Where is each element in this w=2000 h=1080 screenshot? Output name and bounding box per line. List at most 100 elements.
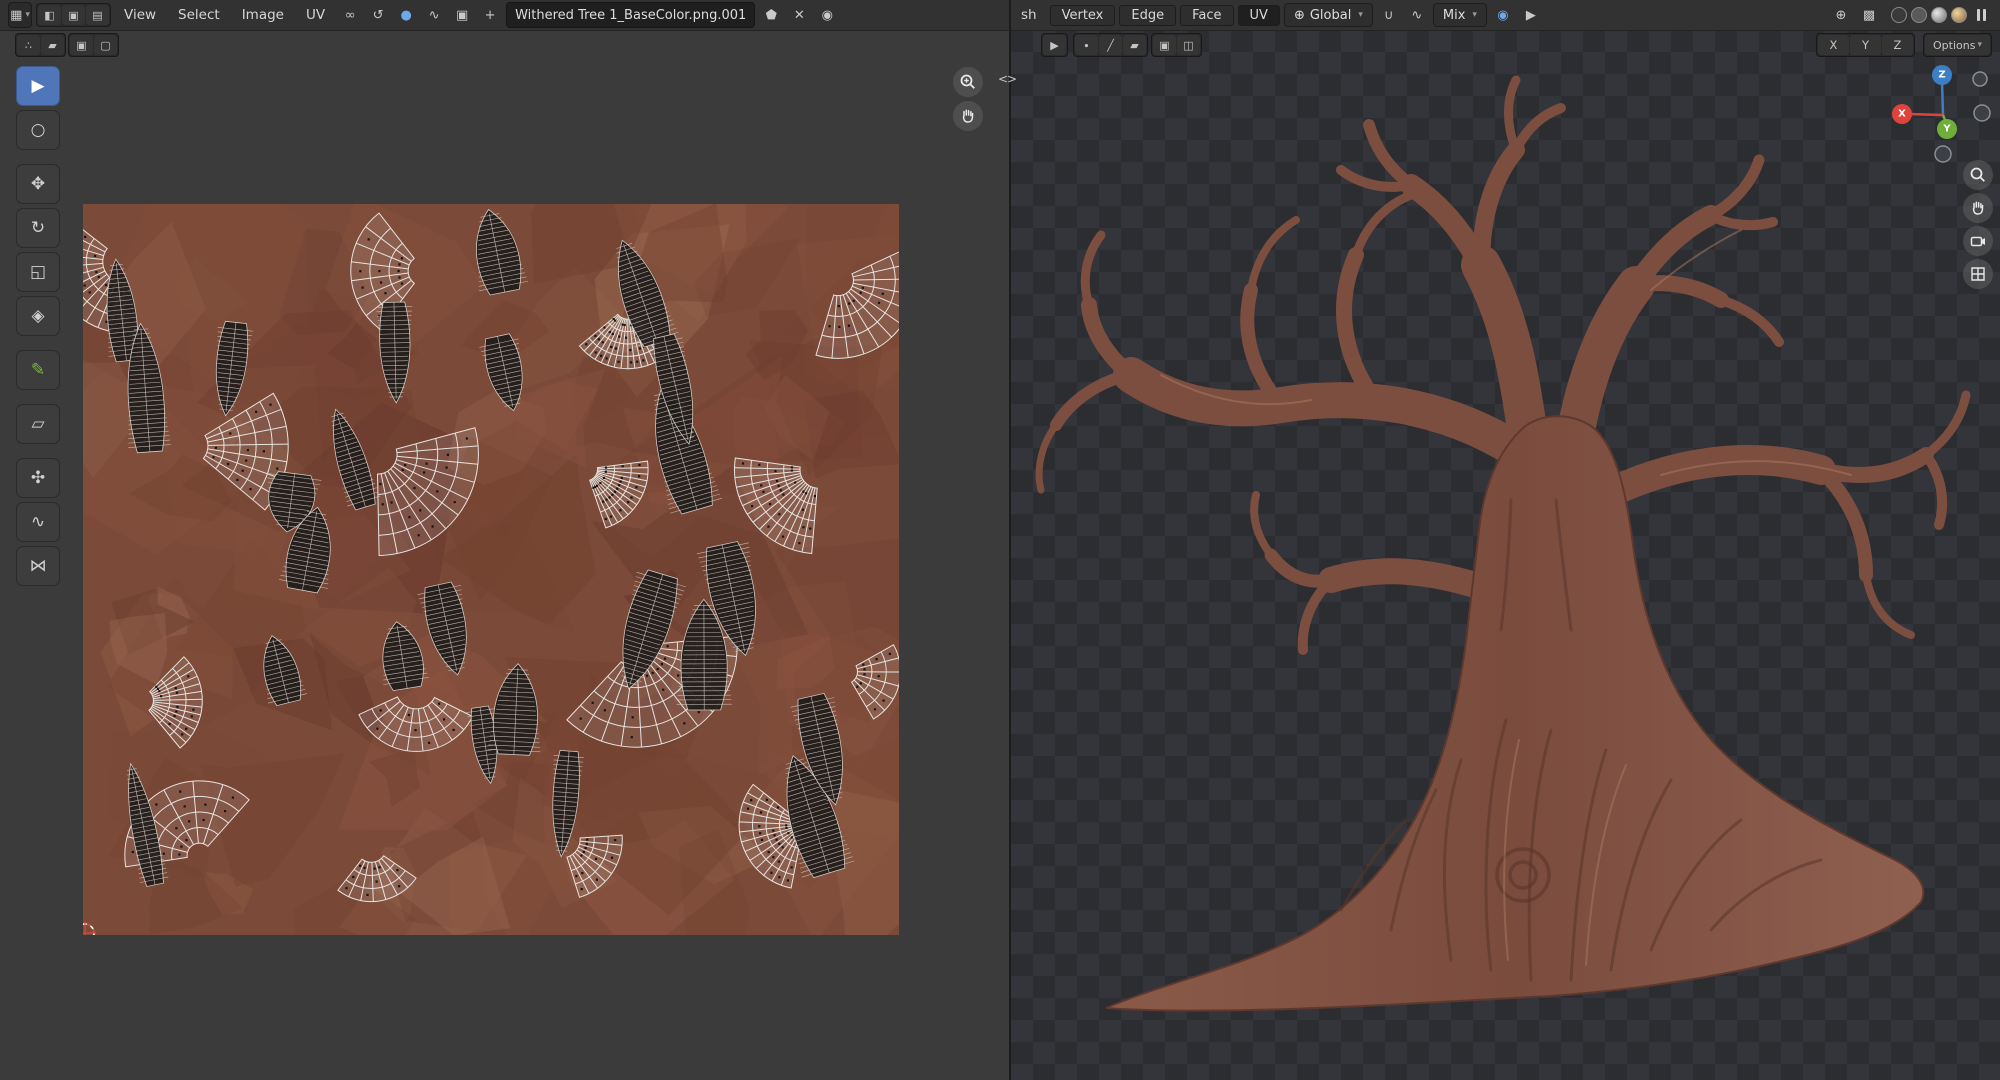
pin-icon[interactable]: ◉	[815, 4, 839, 26]
chevron-down-icon: ▾	[1358, 10, 1363, 20]
face-select-icon[interactable]: ▰	[1123, 35, 1146, 55]
open-image-icon[interactable]: +	[478, 4, 502, 26]
uv-sync-icon[interactable]: ▣	[70, 35, 93, 55]
link-icon[interactable]: ∞	[338, 4, 362, 26]
chevron-down-icon: ▾	[1977, 40, 1982, 50]
viewport-pane: ▶ ∙ ╱ ▰ ▣ ◫ X Y Z Options ▾ Z X Y	[1011, 30, 2000, 1080]
shading-wireframe-icon[interactable]	[1891, 7, 1907, 23]
image-selector[interactable]: Withered Tree 1_BaseColor.png.001	[506, 2, 756, 28]
proportional-falloff-icon[interactable]: ∿	[1405, 4, 1429, 26]
orientation-label: Global	[1309, 7, 1352, 23]
proportional-select-icon[interactable]: ◫	[1177, 35, 1200, 55]
magnifier-icon	[960, 74, 975, 89]
tool-tweak[interactable]: ▶	[16, 66, 60, 106]
viewport-canvas[interactable]	[1011, 30, 2000, 1080]
image-name: Withered Tree 1_BaseColor.png.001	[515, 7, 747, 23]
tool-rotate[interactable]: ↻	[16, 208, 60, 248]
uv-select-island-icon[interactable]: ▰	[41, 35, 64, 55]
uv-unwrap-image	[39, 136, 988, 975]
pane-resize-handle[interactable]: <>	[998, 72, 1017, 86]
uv-toolbar: ▶ ○ ✥ ↻ ◱ ◈ ✎ ▱ ✣ ∿ ⋈	[16, 66, 60, 586]
viewport-select-tool: ▶	[1041, 33, 1068, 57]
menu-image[interactable]: Image	[233, 4, 293, 26]
history-icon[interactable]: ↺	[366, 4, 390, 26]
menu-face[interactable]: Face	[1180, 4, 1234, 26]
uv-sticky-icon[interactable]: ▢	[94, 35, 117, 55]
pan-button[interactable]	[953, 101, 983, 131]
camera-icon	[1970, 236, 1985, 247]
snap-icon[interactable]: ●	[394, 4, 418, 26]
zoom-button[interactable]	[953, 67, 983, 97]
falloff-icon[interactable]: ∿	[422, 4, 446, 26]
select-arrow-icon[interactable]: ▶	[1043, 35, 1066, 55]
display-toggle-view-icon[interactable]: ▤	[86, 5, 109, 25]
uv-editor-pane: ∴ ▰ ▣ ▢ ▶ ○ ✥ ↻ ◱ ◈ ✎ ▱ ✣ ∿ ⋈	[0, 30, 1009, 1080]
svg-text:Z: Z	[1938, 70, 1945, 81]
uv-sticky-mode-group: ▣ ▢	[68, 33, 119, 57]
tool-transform[interactable]: ◈	[16, 296, 60, 336]
menu-mesh-partial[interactable]: sh	[1019, 4, 1046, 26]
shading-material-icon[interactable]	[1931, 7, 1947, 23]
xray-icon[interactable]: ▩	[1857, 4, 1881, 26]
tool-move[interactable]: ✥	[16, 164, 60, 204]
tool-scale[interactable]: ◱	[16, 252, 60, 292]
extra-select-mode-group: ▣ ◫	[1151, 33, 1202, 57]
chevron-down-icon: ▾	[25, 10, 30, 20]
blend-mode-dropdown[interactable]: Mix ▾	[1432, 3, 1487, 27]
tool-select-circle[interactable]: ○	[16, 110, 60, 150]
display-toggle-group: ◧ ▣ ▤	[36, 3, 111, 27]
uv-canvas[interactable]	[39, 136, 988, 975]
sync-select-icon[interactable]: ▣	[1153, 35, 1176, 55]
mirror-y-toggle[interactable]: Y	[1850, 35, 1881, 55]
vertex-select-icon[interactable]: ∙	[1075, 35, 1098, 55]
viewport-zoom-button[interactable]	[1963, 160, 1993, 190]
magnifier-icon	[1970, 167, 1985, 182]
toggle-perspective-button[interactable]	[1963, 259, 1993, 289]
hand-icon	[962, 109, 974, 123]
display-toggle-paint-icon[interactable]: ▣	[62, 5, 85, 25]
mirror-axis-group: X Y Z	[1816, 33, 1915, 57]
blend-mode-label: Mix	[1442, 7, 1466, 23]
uv-select-vertex-icon[interactable]: ∴	[17, 35, 40, 55]
orientation-icon: ⊕	[1293, 7, 1305, 23]
unlink-button[interactable]: ✕	[787, 4, 811, 26]
mesh-select-mode-group: ∙ ╱ ▰	[1073, 33, 1148, 57]
mirror-z-toggle[interactable]: Z	[1882, 35, 1913, 55]
tool-annotate[interactable]: ✎	[16, 350, 60, 390]
visibility-icon[interactable]: ◉	[1491, 4, 1515, 26]
shield-icon[interactable]: ⬟	[759, 4, 783, 26]
editor-type-button[interactable]: ▦ ▾	[8, 2, 32, 28]
shading-rendered-icon[interactable]	[1951, 7, 1967, 23]
menu-vertex[interactable]: Vertex	[1049, 4, 1116, 26]
axis-gizmo-icon: Z X Y	[1892, 65, 1991, 163]
mirror-x-toggle[interactable]: X	[1818, 35, 1849, 55]
tool-rip-region[interactable]: ▱	[16, 404, 60, 444]
pause-icon[interactable]	[1977, 9, 1986, 21]
menu-uv[interactable]: UV	[297, 4, 334, 26]
blender-window: ▦ ▾ ◧ ▣ ▤ View Select Image UV ∞ ↺ ● ∿ ▣…	[0, 0, 2000, 1080]
viewport-header: sh Vertex Edge Face UV ⊕ Global ▾ ∪ ∿ Mi…	[1011, 0, 2000, 30]
tree-model	[1035, 75, 1971, 1012]
tool-relax[interactable]: ∿	[16, 502, 60, 542]
display-toggle-mask-icon[interactable]: ◧	[38, 5, 61, 25]
shading-mode-group	[1891, 7, 1967, 23]
shading-solid-icon[interactable]	[1911, 7, 1927, 23]
menu-edge[interactable]: Edge	[1119, 4, 1177, 26]
navigation-gizmo[interactable]: Z X Y	[1883, 55, 2000, 175]
viewport-pan-button[interactable]	[1963, 193, 1993, 223]
gizmos-icon[interactable]: ▶	[1519, 4, 1543, 26]
tool-grab[interactable]: ✣	[16, 458, 60, 498]
new-image-icon[interactable]: ▣	[450, 4, 474, 26]
overlays-icon[interactable]: ⊕	[1829, 4, 1853, 26]
snap-magnet-icon[interactable]: ∪	[1377, 4, 1401, 26]
svg-text:X: X	[1898, 109, 1906, 120]
tool-pinch[interactable]: ⋈	[16, 546, 60, 586]
options-dropdown[interactable]: Options ▾	[1923, 33, 1992, 57]
menu-view[interactable]: View	[115, 4, 165, 26]
menu-uv[interactable]: UV	[1237, 4, 1280, 26]
uv-select-mode-group: ∴ ▰	[15, 33, 66, 57]
orientation-dropdown[interactable]: ⊕ Global ▾	[1283, 3, 1373, 27]
menu-select[interactable]: Select	[169, 4, 229, 26]
camera-view-button[interactable]	[1963, 226, 1993, 256]
edge-select-icon[interactable]: ╱	[1099, 35, 1122, 55]
